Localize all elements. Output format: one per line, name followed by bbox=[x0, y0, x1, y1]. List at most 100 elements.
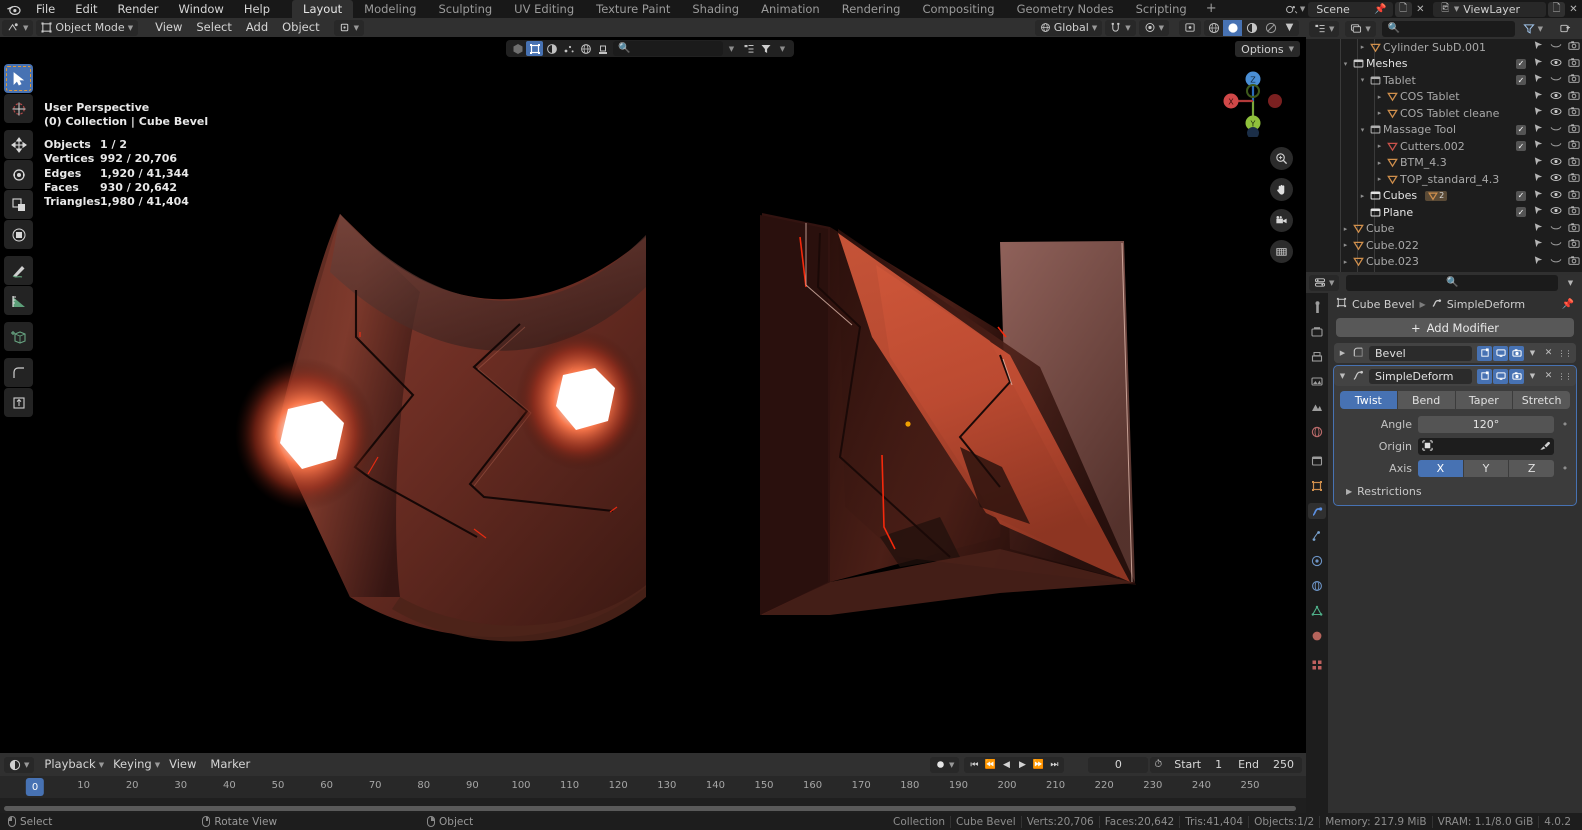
workspace-tab-rendering[interactable]: Rendering bbox=[831, 0, 912, 18]
outliner-new-collection-button[interactable] bbox=[1554, 21, 1576, 37]
outliner-display-mode-button[interactable]: ▼ bbox=[1345, 20, 1376, 37]
outliner-row[interactable]: ▸ TOP_standard_4.3 bbox=[1306, 171, 1582, 188]
physics-properties-tab[interactable] bbox=[1308, 553, 1326, 569]
filter-dropdown-icon[interactable]: ▼ bbox=[723, 41, 740, 56]
axis-option-z[interactable]: Z bbox=[1509, 460, 1555, 477]
filter-dropdown2-icon[interactable]: ▼ bbox=[774, 41, 791, 56]
eye-closed-icon[interactable] bbox=[1550, 73, 1562, 87]
menu-render[interactable]: Render bbox=[108, 0, 169, 18]
outliner-editor-type-button[interactable]: ▼ bbox=[1309, 20, 1340, 37]
delete-scene-icon[interactable]: ✕ bbox=[1412, 2, 1429, 17]
chevron-down-icon[interactable]: ▼ bbox=[99, 761, 104, 769]
material-properties-tab[interactable] bbox=[1308, 628, 1326, 644]
axis-animate-dot-icon[interactable]: • bbox=[1560, 462, 1570, 475]
brush-filter-icon[interactable] bbox=[594, 41, 611, 56]
timeline-menu-view[interactable]: View bbox=[162, 753, 203, 776]
viewport-menu-add[interactable]: Add bbox=[239, 18, 275, 37]
mesh-data-properties-tab[interactable] bbox=[1308, 603, 1326, 619]
eye-closed-icon[interactable] bbox=[1550, 40, 1562, 54]
disclosure-triangle-icon[interactable]: ▾ bbox=[1340, 60, 1351, 68]
workspace-tab-animation[interactable]: Animation bbox=[750, 0, 831, 18]
object-filter-icon[interactable] bbox=[526, 41, 543, 56]
workspace-tab-compositing[interactable]: Compositing bbox=[911, 0, 1005, 18]
modifier-extras-icon[interactable]: ▼ bbox=[1525, 369, 1540, 384]
constraints-properties-tab[interactable] bbox=[1308, 578, 1326, 594]
outliner-row[interactable]: ▸ BTM_4.3 bbox=[1306, 155, 1582, 172]
outliner-row[interactable]: ▸ Cylinder SubD.001 bbox=[1306, 39, 1582, 56]
timeline-menu-playback[interactable]: Playback bbox=[37, 753, 102, 776]
timeline-menu-keying[interactable]: Keying bbox=[106, 753, 159, 776]
camera-render-icon[interactable] bbox=[1568, 156, 1580, 170]
collapse-chevron-icon[interactable]: ▼ bbox=[1338, 372, 1347, 380]
workspace-tab-sculpting[interactable]: Sculpting bbox=[427, 0, 503, 18]
scene-field[interactable]: Scene 📌 bbox=[1308, 1, 1393, 17]
eye-closed-icon[interactable] bbox=[1550, 255, 1562, 269]
rendered-shading-icon[interactable] bbox=[1261, 20, 1280, 36]
angle-value-field[interactable]: 120° bbox=[1418, 416, 1554, 433]
menu-file[interactable]: File bbox=[26, 0, 65, 18]
outliner-row[interactable]: ▾ Meshes ✓ bbox=[1306, 56, 1582, 73]
play-button[interactable]: ▶ bbox=[1014, 757, 1030, 773]
frame-range-field[interactable]: ⏱ Start 1 End 250 bbox=[1150, 756, 1302, 773]
modifier-name-simpledeform[interactable]: SimpleDeform bbox=[1369, 368, 1472, 384]
add-modifier-button[interactable]: + Add Modifier bbox=[1336, 318, 1574, 337]
particles-filter-icon[interactable] bbox=[560, 41, 577, 56]
eye-open-icon[interactable] bbox=[1550, 57, 1562, 71]
eye-open-icon[interactable] bbox=[1550, 205, 1562, 219]
exclude-arrow-icon[interactable] bbox=[1532, 222, 1544, 236]
disclosure-triangle-icon[interactable]: ▸ bbox=[1357, 192, 1368, 200]
camera-render-icon[interactable] bbox=[1568, 40, 1580, 54]
selectable-checkbox[interactable]: ✓ bbox=[1516, 124, 1526, 135]
current-frame-field[interactable]: 0 bbox=[1088, 756, 1149, 773]
origin-object-field[interactable] bbox=[1418, 438, 1554, 455]
start-frame-group[interactable]: Start 1 bbox=[1166, 758, 1230, 771]
play-reverse-button[interactable]: ◀ bbox=[998, 757, 1014, 773]
exclude-arrow-icon[interactable] bbox=[1532, 106, 1544, 120]
camera-render-icon[interactable] bbox=[1568, 172, 1580, 186]
modifier-header[interactable]: ▼ SimpleDeform ▼ ✕ ⋮⋮ bbox=[1334, 366, 1576, 386]
disclosure-triangle-icon[interactable]: ▾ bbox=[1357, 76, 1368, 84]
disclosure-triangle-icon[interactable]: ▾ bbox=[1357, 126, 1368, 134]
outliner-row[interactable]: ▸ Cube.023 bbox=[1306, 254, 1582, 271]
realtime-display-icon[interactable] bbox=[1493, 345, 1508, 361]
camera-render-icon[interactable] bbox=[1568, 106, 1580, 120]
camera-render-icon[interactable] bbox=[1568, 189, 1580, 203]
exclude-arrow-icon[interactable] bbox=[1532, 189, 1544, 203]
properties-options-icon[interactable]: ▼ bbox=[1562, 275, 1579, 290]
measure-tool[interactable] bbox=[4, 286, 33, 315]
exclude-arrow-icon[interactable] bbox=[1532, 139, 1544, 153]
new-viewlayer-icon[interactable]: 🗋 bbox=[1548, 1, 1565, 17]
eye-closed-icon[interactable] bbox=[1550, 123, 1562, 137]
axis-option-x[interactable]: X bbox=[1418, 460, 1463, 477]
render-display-icon[interactable] bbox=[1509, 345, 1524, 361]
disclosure-triangle-icon[interactable]: ▸ bbox=[1340, 225, 1351, 233]
next-keyframe-button[interactable]: ⏩ bbox=[1030, 757, 1046, 773]
solid-shading-icon[interactable] bbox=[1223, 19, 1242, 36]
move-tool[interactable] bbox=[4, 130, 33, 159]
rotate-tool[interactable] bbox=[4, 160, 33, 189]
camera-render-icon[interactable] bbox=[1568, 222, 1580, 236]
world-properties-tab[interactable] bbox=[1308, 424, 1326, 440]
world-filter-icon[interactable] bbox=[577, 41, 594, 56]
exclude-arrow-icon[interactable] bbox=[1532, 156, 1544, 170]
transform-pivot-button[interactable]: ▼ bbox=[333, 19, 364, 36]
viewport-menu-view[interactable]: View bbox=[148, 18, 189, 37]
camera-render-icon[interactable] bbox=[1568, 90, 1580, 104]
pan-hand-icon[interactable] bbox=[1270, 178, 1293, 201]
timeline-playhead[interactable]: 0 bbox=[25, 778, 45, 796]
object-mode-selector[interactable]: Object Mode ▼ bbox=[36, 19, 139, 36]
eye-open-icon[interactable] bbox=[1550, 156, 1562, 170]
workspace-tab-texture-paint[interactable]: Texture Paint bbox=[585, 0, 681, 18]
selectable-checkbox[interactable]: ✓ bbox=[1516, 190, 1526, 201]
disclosure-triangle-icon[interactable]: ▸ bbox=[1357, 43, 1368, 51]
output-properties-tab[interactable] bbox=[1308, 349, 1326, 365]
outliner-tree[interactable]: ▸ Cylinder SubD.001 ▾ Meshes ✓ ▾ Tablet ✓ ▸ COS T… bbox=[1306, 39, 1582, 272]
exclude-arrow-icon[interactable] bbox=[1532, 205, 1544, 219]
modifier-card-simpledeform[interactable]: ▼ SimpleDeform ▼ ✕ ⋮⋮ Twist Bend Taper S… bbox=[1333, 365, 1577, 506]
viewport-filter-bar[interactable]: 🔍 ▼ ▼ bbox=[506, 40, 794, 57]
deform-mode-stretch[interactable]: Stretch bbox=[1513, 391, 1570, 409]
outliner-row[interactable]: ▸ COS Tablet bbox=[1306, 89, 1582, 106]
scene-properties-tab[interactable] bbox=[1308, 399, 1326, 415]
pin-icon[interactable]: 📌 bbox=[1372, 2, 1389, 17]
disclosure-triangle-icon[interactable]: ▸ bbox=[1340, 241, 1351, 249]
